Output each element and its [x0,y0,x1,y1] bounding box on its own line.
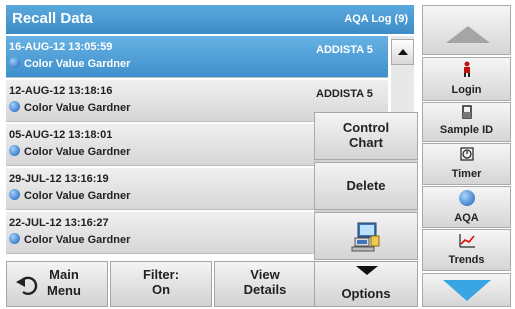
triangle-down-icon [356,266,378,275]
row-datetime: 22-JUL-12 13:16:27 [9,217,109,229]
back-arrow-icon [16,276,38,295]
computer-icon [351,222,380,252]
page-title: Recall Data [12,10,93,27]
globe-icon [9,233,20,244]
globe-icon [9,145,20,156]
control-chart-button[interactable]: Control Chart [314,112,418,160]
row-instrument: ADDISTA 5 [316,88,373,100]
arrow-up-icon [446,26,490,43]
page-up-button[interactable] [422,5,511,55]
transfer-data-button[interactable] [314,212,418,260]
trend-chart-icon [459,234,475,248]
sample-vial-icon [462,105,472,119]
row-datetime: 05-AUG-12 13:18:01 [9,129,113,141]
row-parameter: Color Value Gardner [24,234,131,246]
globe-icon [9,101,20,112]
login-button[interactable]: Login [422,57,511,101]
list-item[interactable]: 16-AUG-12 13:05:59 Color Value Gardner A… [6,36,388,78]
row-parameter: Color Value Gardner [24,190,131,202]
row-parameter: Color Value Gardner [24,146,131,158]
timer-icon [460,147,474,161]
main-menu-button[interactable]: Main Menu [6,261,108,307]
filter-button[interactable]: Filter: On [110,261,212,307]
page-down-button[interactable] [422,273,511,307]
row-datetime: 16-AUG-12 13:05:59 [9,41,113,53]
arrow-down-icon [443,280,491,301]
row-datetime: 29-JUL-12 13:16:19 [9,173,109,185]
person-icon [464,61,470,77]
globe-icon [9,57,20,68]
row-instrument: ADDISTA 5 [316,44,373,56]
row-parameter: Color Value Gardner [24,102,131,114]
title-bar: Recall Data AQA Log (9) [6,5,414,34]
options-menu: Control Chart Delete [314,112,418,260]
log-count-label: AQA Log (9) [344,13,408,25]
trends-button[interactable]: Trends [422,229,511,271]
globe-icon [459,190,475,206]
options-button[interactable]: Options [314,261,418,307]
row-parameter: Color Value Gardner [24,58,131,70]
aqa-button[interactable]: AQA [422,186,511,228]
delete-button[interactable]: Delete [314,162,418,210]
sample-id-button[interactable]: Sample ID [422,102,511,142]
row-datetime: 12-AUG-12 13:18:16 [9,85,113,97]
scroll-up-button[interactable] [391,39,414,65]
right-sidebar: Login Sample ID Timer AQA Trends [422,5,511,307]
view-details-button[interactable]: View Details [214,261,316,307]
globe-icon [9,189,20,200]
timer-button[interactable]: Timer [422,143,511,185]
recall-data-screen: Recall Data AQA Log (9) 16-AUG-12 13:05:… [0,0,515,309]
bottom-toolbar: Main Menu Filter: On View Details Option… [6,261,418,307]
